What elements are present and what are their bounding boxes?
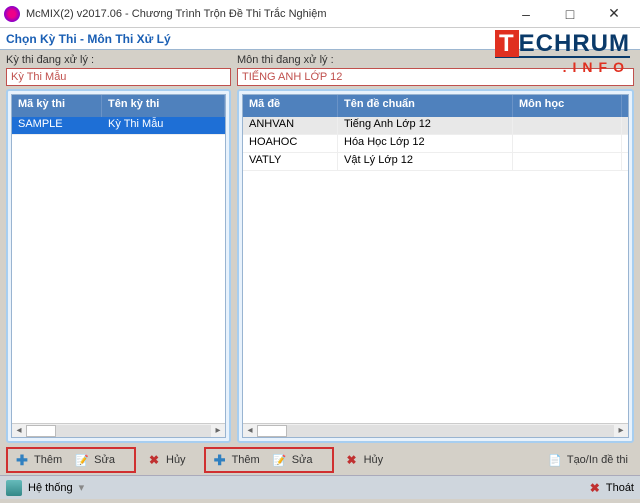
cancel-icon: ✖ <box>344 452 360 468</box>
system-menu[interactable]: Hệ thống <box>28 482 73 494</box>
cancel-subject-button[interactable]: ✖ Hủy <box>344 452 384 468</box>
exam-scrollbar[interactable]: ◂ ▸ <box>12 423 225 437</box>
close-button[interactable]: ✕ <box>592 0 636 28</box>
scroll-left-icon[interactable]: ◂ <box>243 425 257 436</box>
col-exam-code[interactable]: Mã kỳ thi <box>12 95 102 117</box>
cell-exam-code: SAMPLE <box>12 117 102 134</box>
cell-test-name: Hóa Học Lớp 12 <box>338 135 513 152</box>
exam-grid-body: SAMPLEKỳ Thi Mẫu <box>12 117 225 423</box>
plus-icon: ✚ <box>14 452 30 468</box>
subject-grid-body: ANHVANTiếng Anh Lớp 12HOAHOCHóa Học Lớp … <box>243 117 628 423</box>
edit-subject-button[interactable]: 📝 Sửa <box>272 452 313 468</box>
table-row[interactable]: SAMPLEKỳ Thi Mẫu <box>12 117 225 135</box>
add-label: Thêm <box>34 454 62 466</box>
cancel-exam-button[interactable]: ✖ Hủy <box>146 452 186 468</box>
cell-subject <box>513 135 622 152</box>
subject-panel: Môn thi đang xử lý : TIẾNG ANH LỚP 12 Mã… <box>237 54 634 443</box>
cancel-label: Hủy <box>166 454 186 466</box>
subject-grid-wrap: Mã đề Tên đề chuẩn Môn học ANHVANTiếng A… <box>237 89 634 443</box>
subject-actions-highlight: ✚ Thêm 📝 Sửa <box>204 447 334 473</box>
toolbar: ✚ Thêm 📝 Sửa ✖ Hủy ✚ Thêm 📝 Sửa ✖ Hủy <box>0 445 640 475</box>
maximize-button[interactable]: □ <box>548 0 592 28</box>
table-row[interactable]: HOAHOCHóa Học Lớp 12 <box>243 135 628 153</box>
cancel-icon: ✖ <box>146 452 162 468</box>
subject-cancel-group: ✖ Hủy <box>338 447 390 473</box>
scroll-track[interactable] <box>26 425 211 437</box>
separator: ▾ <box>79 481 85 494</box>
minimize-button[interactable]: – <box>504 0 548 28</box>
scroll-right-icon[interactable]: ▸ <box>614 425 628 436</box>
subject-selected-input[interactable]: TIẾNG ANH LỚP 12 <box>237 68 634 86</box>
window-title: McMIX(2) v2017.06 - Chương Trình Trộn Đề… <box>26 8 504 20</box>
exit-icon: ✖ <box>590 481 600 495</box>
exam-panel-label: Kỳ thi đang xử lý : <box>6 54 231 66</box>
exam-grid[interactable]: Mã kỳ thi Tên kỳ thi SAMPLEKỳ Thi Mẫu ◂ … <box>11 94 226 438</box>
col-subject[interactable]: Môn học <box>513 95 622 117</box>
col-test-code[interactable]: Mã đề <box>243 95 338 117</box>
cell-exam-name: Kỳ Thi Mẫu <box>102 117 225 134</box>
cell-test-name: Vật Lý Lớp 12 <box>338 153 513 170</box>
scroll-thumb[interactable] <box>26 425 56 437</box>
edit-label: Sửa <box>94 454 115 466</box>
exam-grid-header: Mã kỳ thi Tên kỳ thi <box>12 95 225 117</box>
file-icon: 📄 <box>547 452 563 468</box>
cancel-label: Hủy <box>364 454 384 466</box>
main-area: Kỳ thi đang xử lý : Kỳ Thi Mẫu Mã kỳ thi… <box>0 50 640 445</box>
plus-icon: ✚ <box>212 452 228 468</box>
cell-subject <box>513 117 622 134</box>
scroll-thumb[interactable] <box>257 425 287 437</box>
scroll-left-icon[interactable]: ◂ <box>12 425 26 436</box>
exam-actions-highlight: ✚ Thêm 📝 Sửa <box>6 447 136 473</box>
cell-subject <box>513 153 622 170</box>
cell-test-code: VATLY <box>243 153 338 170</box>
window-controls: – □ ✕ <box>504 0 636 28</box>
cell-test-code: ANHVAN <box>243 117 338 134</box>
add-subject-button[interactable]: ✚ Thêm <box>212 452 260 468</box>
header-bar: Chọn Kỳ Thi - Môn Thi Xử Lý <box>0 28 640 50</box>
subject-scrollbar[interactable]: ◂ ▸ <box>243 423 628 437</box>
add-label: Thêm <box>232 454 260 466</box>
header-title: Chọn Kỳ Thi - Môn Thi Xử Lý <box>6 32 171 46</box>
subject-grid-header: Mã đề Tên đề chuẩn Môn học <box>243 95 628 117</box>
cell-test-code: HOAHOC <box>243 135 338 152</box>
table-row[interactable]: ANHVANTiếng Anh Lớp 12 <box>243 117 628 135</box>
system-icon <box>6 480 22 496</box>
col-test-name[interactable]: Tên đề chuẩn <box>338 95 513 117</box>
edit-icon: 📝 <box>272 452 288 468</box>
exam-panel: Kỳ thi đang xử lý : Kỳ Thi Mẫu Mã kỳ thi… <box>6 54 231 443</box>
exam-selected-input[interactable]: Kỳ Thi Mẫu <box>6 68 231 86</box>
exam-cancel-group: ✖ Hủy <box>140 447 192 473</box>
create-label: Tạo/In đề thi <box>567 454 628 466</box>
statusbar: Hệ thống ▾ ✖ Thoát <box>0 475 640 499</box>
edit-exam-button[interactable]: 📝 Sửa <box>74 452 115 468</box>
cell-test-name: Tiếng Anh Lớp 12 <box>338 117 513 134</box>
table-row[interactable]: VATLYVật Lý Lớp 12 <box>243 153 628 171</box>
app-icon <box>4 6 20 22</box>
edit-icon: 📝 <box>74 452 90 468</box>
exam-grid-wrap: Mã kỳ thi Tên kỳ thi SAMPLEKỳ Thi Mẫu ◂ … <box>6 89 231 443</box>
exit-button[interactable]: Thoát <box>606 482 634 494</box>
col-exam-name[interactable]: Tên kỳ thi <box>102 95 225 117</box>
create-group: 📄 Tạo/In đề thi <box>541 447 634 473</box>
subject-panel-label: Môn thi đang xử lý : <box>237 54 634 66</box>
subject-grid[interactable]: Mã đề Tên đề chuẩn Môn học ANHVANTiếng A… <box>242 94 629 438</box>
create-test-button[interactable]: 📄 Tạo/In đề thi <box>547 452 628 468</box>
titlebar: McMIX(2) v2017.06 - Chương Trình Trộn Đề… <box>0 0 640 28</box>
scroll-right-icon[interactable]: ▸ <box>211 425 225 436</box>
edit-label: Sửa <box>292 454 313 466</box>
add-exam-button[interactable]: ✚ Thêm <box>14 452 62 468</box>
scroll-track[interactable] <box>257 425 614 437</box>
